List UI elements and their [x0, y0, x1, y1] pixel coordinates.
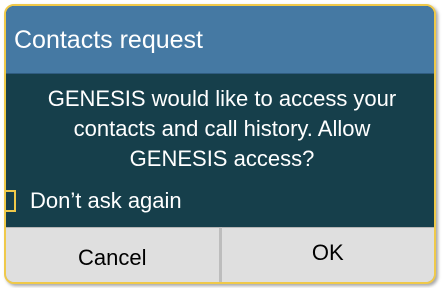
- dont-ask-again-row[interactable]: Don’t ask again: [6, 186, 182, 216]
- ok-button[interactable]: OK: [221, 227, 434, 282]
- dont-ask-again-label: Don’t ask again: [30, 188, 182, 213]
- dont-ask-again-checkbox[interactable]: [6, 190, 16, 212]
- cancel-button[interactable]: Cancel: [6, 227, 222, 282]
- dialog-message-line: GENESIS would like to access your: [47, 86, 397, 111]
- dialog-button-bar: Cancel OK: [6, 227, 434, 282]
- dialog-title: Contacts request: [6, 6, 434, 74]
- dialog-message-line: contacts and call history. Allow: [73, 116, 371, 141]
- dialog-message: GENESIS would like to access your contac…: [10, 84, 434, 174]
- dialog-message-line: GENESIS access?: [129, 146, 315, 171]
- contacts-request-dialog: Contacts request GENESIS would like to a…: [4, 4, 436, 284]
